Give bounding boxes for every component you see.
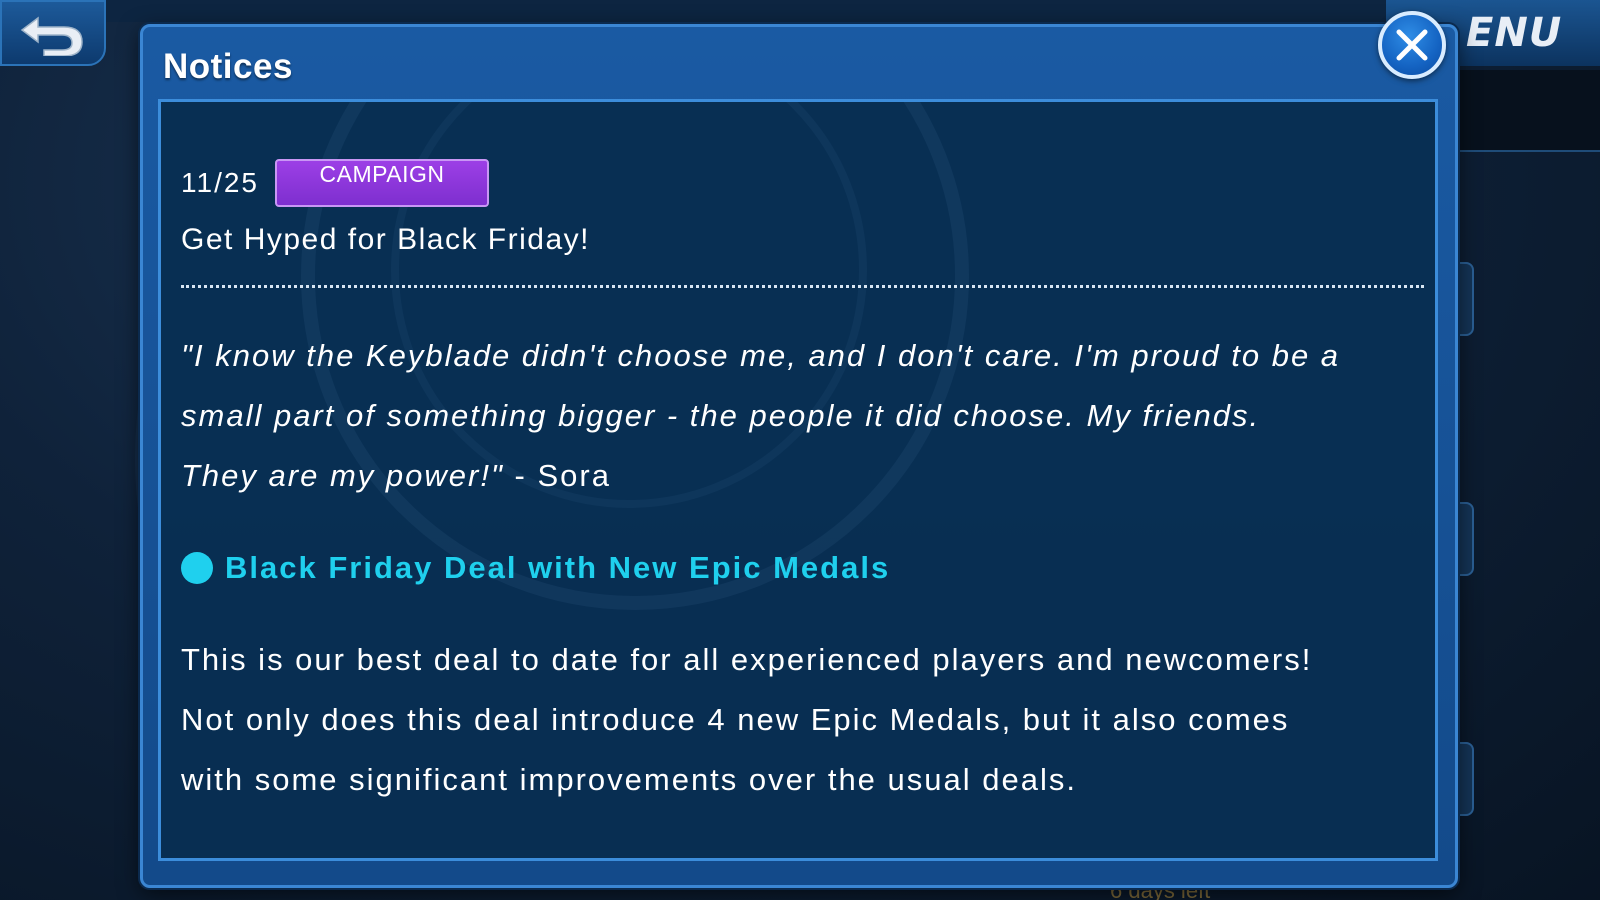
notice-date: 11/25 bbox=[181, 167, 259, 198]
background-right-panel bbox=[1436, 70, 1600, 152]
notice-paragraph: This is our best deal to date for all ex… bbox=[181, 630, 1421, 810]
notice-content-panel[interactable]: 11/25 CAMPAIGN Get Hyped for Black Frida… bbox=[158, 99, 1438, 861]
bullet-dot-icon bbox=[181, 552, 213, 584]
notices-modal: Notices 11/25 CAMPAIGN Get Hyped for Bla… bbox=[140, 11, 1458, 888]
quote-attribution: - Sora bbox=[503, 458, 611, 493]
paragraph-line: Not only does this deal introduce 4 new … bbox=[181, 702, 1290, 737]
notice-title: Get Hyped for Black Friday! bbox=[181, 223, 590, 256]
divider bbox=[181, 285, 1424, 288]
paragraph-line: This is our best deal to date for all ex… bbox=[181, 642, 1313, 677]
background-status-bar bbox=[106, 0, 1386, 22]
section-heading: Black Friday Deal with New Epic Medals bbox=[181, 550, 1421, 586]
section-heading-text: Black Friday Deal with New Epic Medals bbox=[225, 550, 891, 585]
menu-button-label: ENU bbox=[1466, 10, 1563, 56]
back-button[interactable] bbox=[0, 0, 106, 66]
notice-meta: 11/25 CAMPAIGN bbox=[181, 157, 1421, 209]
quote-line: They are my power!" - Sora bbox=[181, 446, 1421, 506]
quote-line: small part of something bigger - the peo… bbox=[181, 398, 1261, 433]
back-arrow-icon bbox=[20, 16, 83, 56]
notice-body: 11/25 CAMPAIGN Get Hyped for Black Frida… bbox=[181, 157, 1424, 810]
quote-line: "I know the Keyblade didn't choose me, a… bbox=[181, 338, 1341, 373]
quote-line-text: They are my power!" bbox=[181, 458, 504, 493]
modal-title: Notices bbox=[163, 47, 293, 86]
category-badge: CAMPAIGN bbox=[275, 159, 489, 207]
paragraph-line: with some significant improvements over … bbox=[181, 762, 1077, 797]
close-button[interactable] bbox=[1378, 11, 1446, 79]
close-icon bbox=[1396, 29, 1428, 61]
notice-quote: "I know the Keyblade didn't choose me, a… bbox=[181, 326, 1421, 506]
game-screen: ENU 6 days left Notices 11/25 CAMPAIGN G… bbox=[0, 0, 1600, 900]
